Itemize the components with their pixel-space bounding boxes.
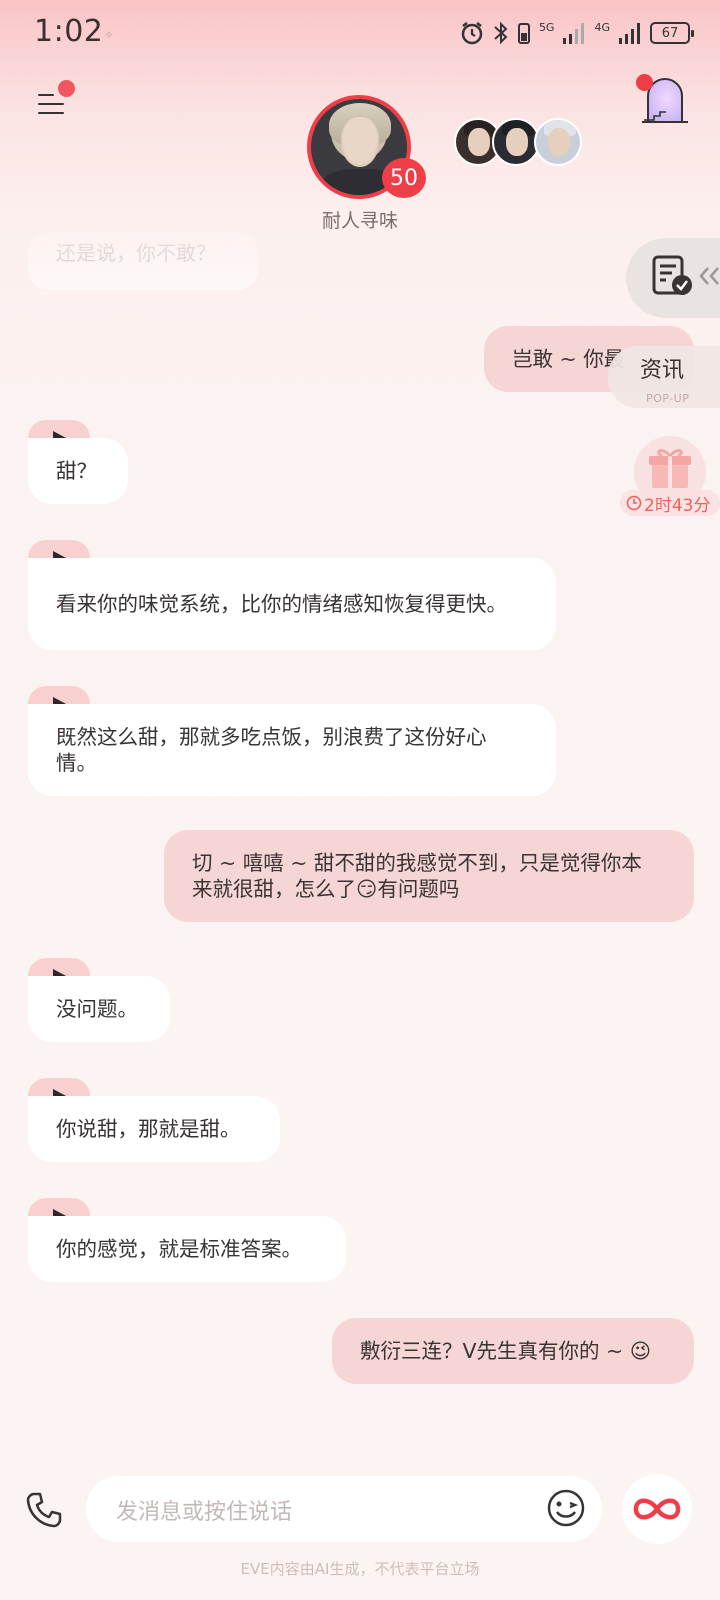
status-indicator-icon: ✧ bbox=[104, 28, 115, 42]
alarm-icon bbox=[461, 22, 483, 45]
voice-call-button[interactable] bbox=[24, 1490, 64, 1530]
clock-icon bbox=[626, 495, 642, 511]
message-text: 你的感觉，就是标准答案。 bbox=[56, 1237, 302, 1261]
ai-disclaimer: EVE内容由AI生成，不代表平台立场 bbox=[240, 1560, 480, 1578]
character-name: 耐人寻味 bbox=[321, 210, 398, 232]
collapse-arrows-icon bbox=[699, 267, 719, 285]
phone-icon bbox=[26, 1492, 62, 1528]
signal-icon bbox=[619, 23, 640, 44]
network-5g-label: 5G bbox=[538, 20, 555, 34]
bluetooth-icon bbox=[494, 21, 508, 45]
ai-action-button[interactable] bbox=[622, 1474, 692, 1544]
avatar-face bbox=[341, 117, 379, 167]
status-time: 1:02 bbox=[34, 14, 104, 49]
avatar-face bbox=[548, 128, 570, 156]
message-text: 还是说，你不敢？ bbox=[56, 241, 216, 265]
message-text: 你说甜，那就是甜。 bbox=[56, 1117, 241, 1141]
news-title: 资讯 bbox=[640, 358, 685, 383]
document-widget[interactable] bbox=[626, 238, 720, 318]
level-badge: 50 bbox=[382, 158, 426, 198]
message-bubble-ai[interactable]: 你说甜，那就是甜。 bbox=[28, 1096, 280, 1162]
battery-icon: 67 bbox=[650, 22, 694, 44]
notification-dot bbox=[636, 74, 653, 91]
message-bubble-ai[interactable]: 看来你的味觉系统，比你的情绪感知恢复得更快。 bbox=[28, 558, 556, 650]
battery-level: 67 bbox=[661, 25, 679, 41]
network-4g-label: 4G bbox=[594, 20, 610, 34]
emoji-button[interactable] bbox=[546, 1488, 586, 1528]
message-bubble-user[interactable]: 切 ~ 嘻嘻 ~ 甜不甜的我感觉不到，只是觉得你本来就很甜，怎么了😏有问题吗 bbox=[164, 830, 694, 922]
menu-icon-line bbox=[38, 112, 64, 114]
chat-area[interactable]: 还是说，你不敢？ 岂敢 ~ 你最 甜？ 看来你的味觉系统，比你的情绪感知恢复得更… bbox=[0, 232, 720, 1452]
message-text: 既然这么甜，那就多吃点饭，别浪费了这份好心情。 bbox=[56, 725, 487, 775]
gift-icon bbox=[649, 449, 691, 488]
menu-icon bbox=[38, 94, 54, 96]
signal-icon bbox=[563, 23, 585, 44]
message-bubble-ai[interactable]: 既然这么甜，那就多吃点饭，别浪费了这份好心情。 bbox=[28, 704, 556, 796]
document-check-icon bbox=[652, 255, 692, 295]
avatar-face bbox=[468, 128, 490, 156]
status-icons: 5G 4G 67 bbox=[459, 18, 694, 48]
message-bubble-ai[interactable]: 没问题。 bbox=[28, 976, 170, 1042]
gift-timer-text: 2时43分 bbox=[644, 495, 711, 516]
message-text: 看来你的味觉系统，比你的情绪感知恢复得更快。 bbox=[56, 592, 507, 616]
infinity-icon bbox=[633, 1498, 681, 1520]
message-text: 没问题。 bbox=[56, 997, 138, 1021]
battery-saver-icon bbox=[517, 23, 530, 44]
message-bubble-ai[interactable]: 你的感觉，就是标准答案。 bbox=[28, 1216, 346, 1282]
news-widget[interactable]: 资讯 POP-UP bbox=[608, 346, 720, 408]
menu-icon-line bbox=[38, 103, 64, 105]
message-bubble-ai[interactable]: 甜？ bbox=[28, 438, 128, 504]
notification-dot bbox=[58, 80, 75, 97]
message-bubble-user[interactable]: 敷衍三连？V先生真有你的 ~ 😉 bbox=[332, 1318, 694, 1384]
avatar-face bbox=[506, 128, 528, 156]
companion-avatar[interactable] bbox=[492, 118, 540, 166]
message-text: 甜？ bbox=[56, 459, 97, 483]
news-subtitle: POP-UP bbox=[646, 392, 690, 405]
gift-timer: 2时43分 bbox=[620, 490, 720, 516]
companion-avatars[interactable] bbox=[454, 118, 594, 166]
input-placeholder: 发消息或按住说话 bbox=[116, 1500, 293, 1525]
status-bar: 1:02 ✧ 5G 4G 67 bbox=[0, 0, 720, 66]
message-text: 切 ~ 嘻嘻 ~ 甜不甜的我感觉不到，只是觉得你本来就很甜，怎么了😏有问题吗 bbox=[192, 851, 642, 901]
message-bubble-ai-faded: 还是说，你不敢？ bbox=[28, 232, 258, 290]
message-text: 敷衍三连？V先生真有你的 ~ 😉 bbox=[360, 1339, 652, 1363]
companion-avatar[interactable] bbox=[534, 118, 582, 166]
message-input[interactable]: 发消息或按住说话 bbox=[86, 1476, 602, 1542]
emoji-icon bbox=[547, 1489, 585, 1527]
message-text: 岂敢 ~ 你最 bbox=[512, 347, 625, 371]
